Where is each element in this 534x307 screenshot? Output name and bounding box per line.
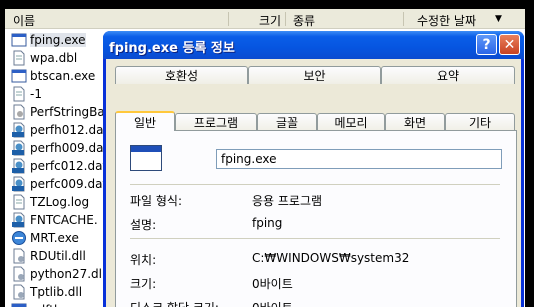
tab-memory[interactable]: 메모리 bbox=[317, 113, 385, 131]
exe-icon bbox=[11, 302, 27, 307]
column-type[interactable]: 종류 bbox=[293, 12, 315, 29]
tab-summary[interactable]: 요약 bbox=[381, 66, 515, 84]
file-name: TZLog.log bbox=[30, 195, 90, 209]
size-value: 0바이트 bbox=[252, 277, 293, 291]
dat-icon bbox=[11, 176, 27, 192]
file-name: perfh012.dat bbox=[30, 123, 109, 137]
file-name-field[interactable]: fping.exe bbox=[216, 149, 502, 169]
file-name: wpa.dbl bbox=[30, 51, 78, 65]
column-separator[interactable] bbox=[285, 12, 286, 26]
file-name: fping.exe bbox=[30, 33, 86, 47]
location-label: 위치: bbox=[130, 253, 157, 267]
close-icon: ✕ bbox=[503, 36, 516, 53]
file-row[interactable]: perfh012.dat bbox=[11, 121, 111, 139]
help-button[interactable]: ? bbox=[476, 34, 497, 55]
close-button[interactable]: ✕ bbox=[499, 34, 520, 55]
properties-dialog: fping.exe 등록 정보 ? ✕ 호환성 보안 요약 일반 프로그램 글꼴… bbox=[103, 31, 524, 307]
titlebar[interactable]: fping.exe 등록 정보 ? ✕ bbox=[103, 31, 524, 59]
sort-arrow-icon: ▼ bbox=[495, 14, 502, 24]
column-separator[interactable] bbox=[228, 12, 229, 26]
file-row[interactable]: python27.dll bbox=[11, 265, 111, 283]
ini-icon bbox=[11, 104, 27, 120]
mrt-icon bbox=[11, 230, 27, 246]
tab-program[interactable]: 프로그램 bbox=[175, 113, 257, 131]
file-row[interactable]: perfc012.dat bbox=[11, 157, 111, 175]
column-modified[interactable]: 수정한 날짜 bbox=[417, 12, 476, 29]
file-row[interactable]: PerfStringBa bbox=[11, 103, 111, 121]
divider bbox=[130, 184, 500, 185]
disk-size-label: 디스크 할당 크기: bbox=[130, 299, 219, 307]
file-name: PerfStringBa bbox=[30, 105, 105, 119]
tab-general[interactable]: 일반 bbox=[115, 111, 175, 131]
help-icon: ? bbox=[482, 36, 491, 53]
description-value: fping bbox=[252, 216, 283, 230]
column-header: 이름 크기 종류 수정한 날짜 ▼ bbox=[5, 9, 525, 29]
description-label: 설명: bbox=[130, 218, 157, 232]
file-name: FNTCACHE. bbox=[30, 213, 98, 227]
file-name: perfc009.dat bbox=[30, 177, 108, 191]
general-tab-panel: fping.exe 파일 형식: 응용 프로그램 설명: fping 위치: C… bbox=[115, 130, 517, 307]
file-row[interactable]: Tptlib.dll bbox=[11, 283, 111, 301]
file-row[interactable]: perfc009.dat bbox=[11, 175, 111, 193]
dat-icon bbox=[11, 158, 27, 174]
file-type-value: 응용 프로그램 bbox=[252, 194, 323, 208]
column-size[interactable]: 크기 bbox=[259, 12, 281, 29]
file-name: btscan.exe bbox=[30, 69, 96, 83]
tab-screen[interactable]: 화면 bbox=[385, 113, 445, 131]
file-type-label: 파일 형식: bbox=[130, 194, 183, 208]
file-row[interactable]: RDUtil.dll bbox=[11, 247, 111, 265]
exe-icon bbox=[11, 68, 27, 84]
file-row[interactable]: -1 bbox=[11, 85, 111, 103]
tab-font[interactable]: 글꼴 bbox=[257, 113, 317, 131]
document-icon bbox=[11, 194, 27, 210]
dat-icon bbox=[11, 212, 27, 228]
file-name: MRT.exe bbox=[30, 231, 79, 245]
file-name: RDUtil.dll bbox=[30, 249, 86, 263]
file-name: pdftk.exe bbox=[30, 303, 86, 307]
column-separator[interactable] bbox=[403, 12, 404, 26]
divider bbox=[130, 238, 500, 239]
file-row[interactable]: MRT.exe bbox=[11, 229, 111, 247]
dll-icon bbox=[11, 266, 27, 282]
file-name: python27.dll bbox=[30, 267, 106, 281]
size-label: 크기: bbox=[130, 277, 157, 291]
tab-security[interactable]: 보안 bbox=[248, 66, 381, 84]
file-row[interactable]: pdftk.exe bbox=[11, 301, 111, 307]
dll-icon bbox=[11, 284, 27, 300]
file-name: -1 bbox=[30, 87, 42, 101]
file-name: perfc012.dat bbox=[30, 159, 108, 173]
document-icon bbox=[11, 50, 27, 66]
application-icon bbox=[130, 145, 162, 171]
dat-icon bbox=[11, 140, 27, 156]
file-name: perfh009.dat bbox=[30, 141, 109, 155]
disk-size-value: 0바이트 bbox=[252, 299, 293, 307]
file-name: Tptlib.dll bbox=[30, 285, 83, 299]
file-row[interactable]: wpa.dbl bbox=[11, 49, 111, 67]
dialog-title: fping.exe 등록 정보 bbox=[109, 41, 235, 56]
column-name[interactable]: 이름 bbox=[13, 12, 35, 29]
dat-icon bbox=[11, 122, 27, 138]
file-row[interactable]: FNTCACHE. bbox=[11, 211, 111, 229]
exe-icon bbox=[11, 32, 27, 48]
dll-icon bbox=[11, 248, 27, 264]
document-icon bbox=[11, 86, 27, 102]
tab-misc[interactable]: 기타 bbox=[445, 113, 515, 131]
file-row[interactable]: btscan.exe bbox=[11, 67, 111, 85]
tab-compatibility[interactable]: 호환성 bbox=[115, 66, 248, 84]
file-row[interactable]: TZLog.log bbox=[11, 193, 111, 211]
file-row[interactable]: perfh009.dat bbox=[11, 139, 111, 157]
file-row[interactable]: fping.exe bbox=[11, 31, 111, 49]
location-value: C:₩WINDOWS₩system32 bbox=[252, 251, 410, 265]
dialog-client: 호환성 보안 요약 일반 프로그램 글꼴 메모리 화면 기타 fping.exe… bbox=[106, 59, 521, 307]
